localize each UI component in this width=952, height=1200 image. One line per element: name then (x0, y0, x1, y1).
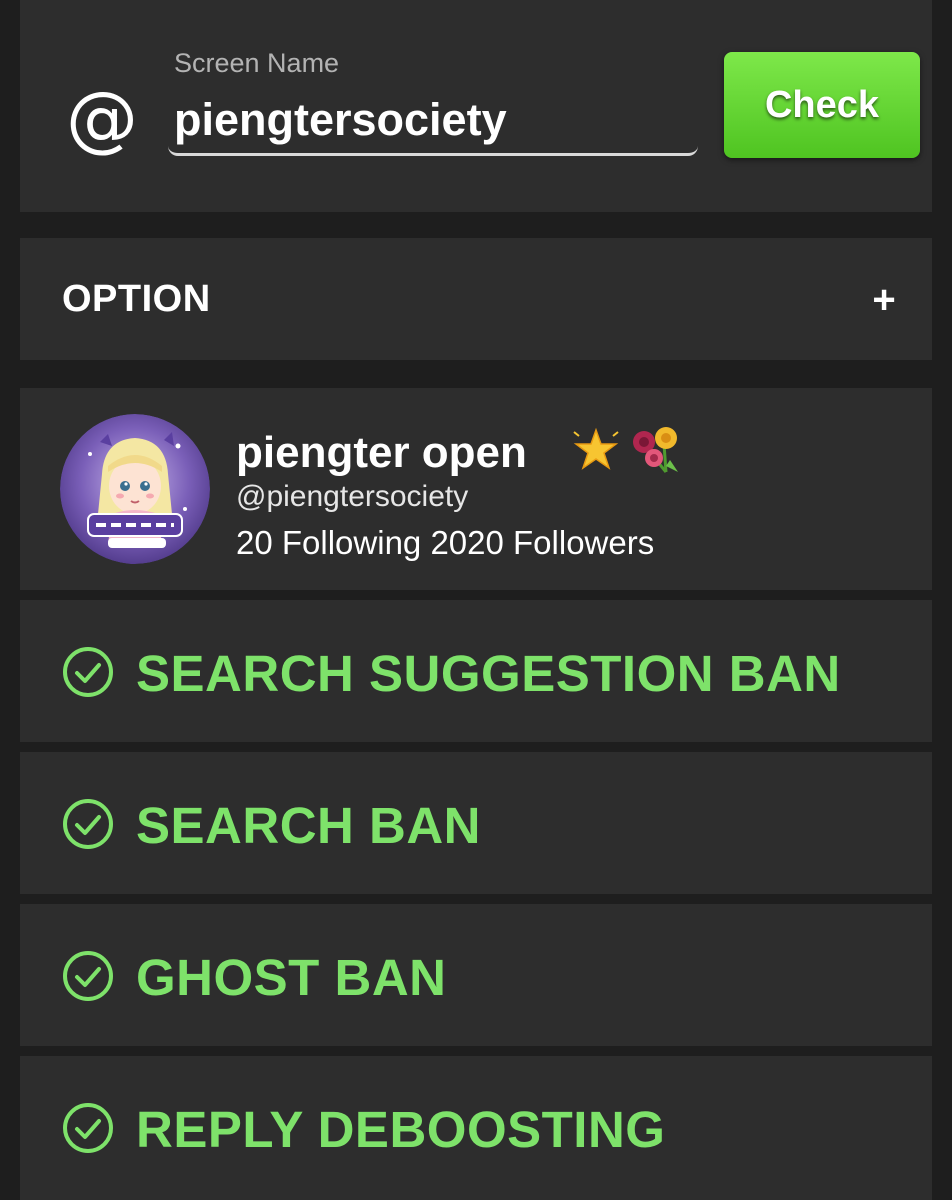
profile-handle: @piengtersociety (236, 480, 469, 513)
profile-card: piengter open @piengtersociety 20 Follow… (20, 388, 932, 590)
bouquet-icon (633, 427, 678, 473)
avatar (60, 414, 210, 564)
follow-stats: 20 Following 2020 Followers (236, 524, 655, 561)
check-button[interactable]: Check (724, 52, 920, 158)
result-label: REPLY DEBOOSTING (136, 1101, 666, 1158)
screen-name-panel: @ Screen Name Check (20, 0, 932, 212)
display-name-emoji (570, 426, 690, 481)
expand-plus-icon[interactable]: + (856, 272, 912, 328)
star-icon (573, 427, 619, 470)
result-row-search-suggestion-ban: SEARCH SUGGESTION BAN (20, 600, 932, 742)
check-circle-icon (63, 1103, 113, 1153)
option-label: OPTION (62, 278, 211, 320)
result-row-search-ban: SEARCH BAN (20, 752, 932, 894)
screen-name-input[interactable] (168, 68, 698, 156)
result-row-reply-deboosting: REPLY DEBOOSTING (20, 1056, 932, 1200)
result-label: GHOST BAN (136, 949, 447, 1006)
check-circle-icon (63, 951, 113, 1001)
result-label: SEARCH SUGGESTION BAN (136, 645, 841, 702)
screen-name-field[interactable]: Screen Name (168, 46, 700, 160)
check-circle-icon (63, 647, 113, 697)
display-name: piengter open (236, 428, 527, 477)
option-panel[interactable]: OPTION + (20, 238, 932, 360)
result-row-ghost-ban: GHOST BAN (20, 904, 932, 1046)
at-icon: @ (66, 76, 138, 160)
result-label: SEARCH BAN (136, 797, 482, 854)
check-circle-icon (63, 799, 113, 849)
